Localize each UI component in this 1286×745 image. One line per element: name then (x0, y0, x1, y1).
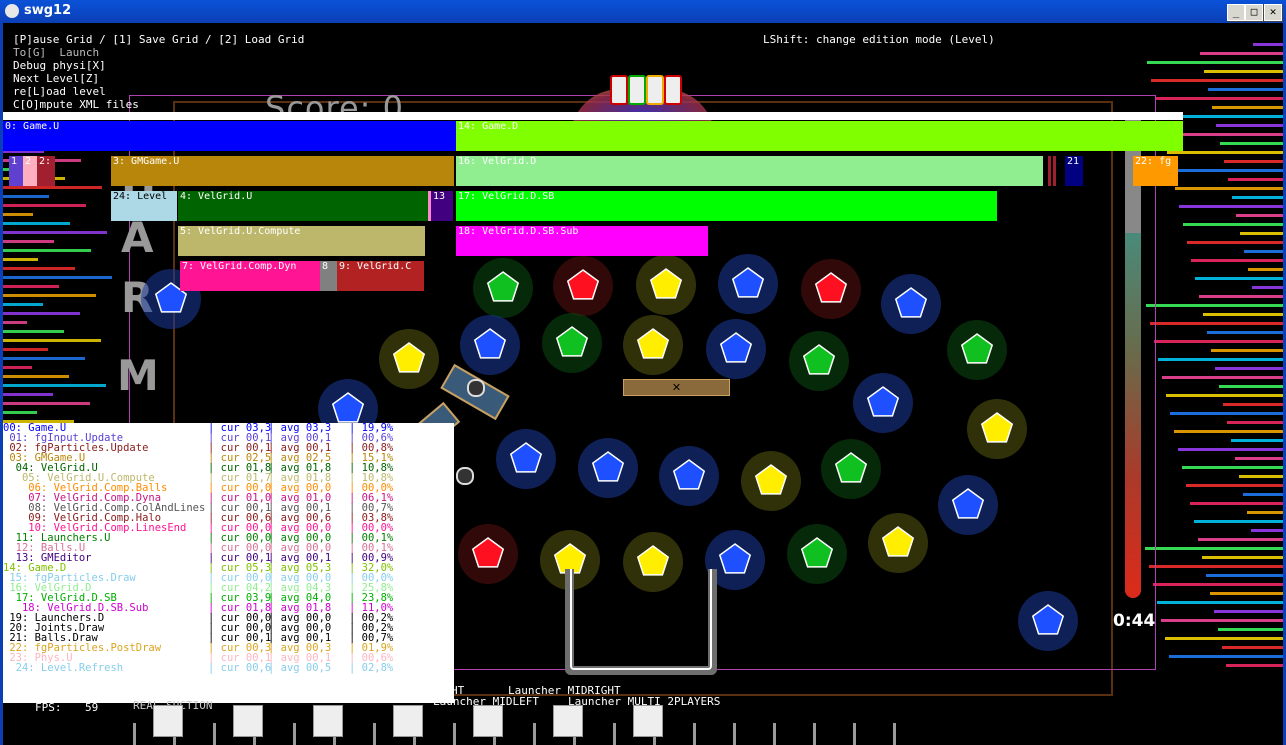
launcher-wheel-icon (456, 467, 474, 485)
profiler-bar: 24: Level (111, 191, 177, 221)
launcher-slot[interactable] (473, 705, 503, 737)
profiler-bar: 4: VelGrid.U (178, 191, 428, 221)
window-title: swg12 (24, 3, 72, 18)
debug-help-line: [P]ause Grid / [1] Save Grid / [2] Load … (13, 33, 305, 46)
profiler-bar: 1 (9, 156, 23, 186)
launcher-wheel-icon (467, 379, 485, 397)
debug-help-line: To[G] Launch (13, 46, 100, 59)
profiler-bar: 0: Game.U (3, 121, 456, 151)
launcher-slot[interactable] (393, 705, 423, 737)
launcher-slot[interactable] (153, 705, 183, 737)
fps-label: FPS: (35, 701, 62, 714)
launcher-slot[interactable] (633, 705, 663, 737)
debug-help-line: re[L]oad level (13, 85, 106, 98)
profiler-bar: 18: VelGrid.D.SB.Sub (456, 226, 708, 256)
profiler-bar: 16: VelGrid.D (456, 156, 1043, 186)
profiler-bar: 22: fg (1133, 156, 1178, 186)
window-titlebar: swg12 _ □ ✕ (0, 0, 1286, 24)
app-icon (5, 4, 19, 18)
profiler-bar: 21 (1065, 156, 1083, 186)
profiler-bar: 2: (37, 156, 55, 186)
profiler-bar: 8 (320, 261, 337, 291)
debug-help-line: C[O]mpute XML files (13, 98, 139, 111)
collector-cup-inner (570, 569, 712, 670)
profiler-stat-row: 24: Level.Refresh | cur 00,6 | avg 00,5 | 0… (3, 662, 454, 674)
profiler-bar: 17: VelGrid.D.SB (456, 191, 997, 221)
fps-value: 59 (85, 701, 99, 714)
game-canvas[interactable]: Score: 0 H A R M ✕ 0:44 [P]ause Grid / [… (3, 23, 1283, 745)
profiler-bar: 5: VelGrid.U.Compute (178, 226, 425, 256)
edition-mode-hint: LShift: change edition mode (Level) (763, 33, 995, 46)
profiler-bar (1048, 156, 1051, 186)
debug-help-line: Next Level[Z] (13, 72, 100, 85)
launcher-slot[interactable] (233, 705, 263, 737)
profiler-bar: 13 (431, 191, 453, 221)
profiler-stat-pct: | 02,8% (349, 662, 394, 674)
timer-label: 0:44 (1113, 611, 1156, 631)
maximize-button[interactable]: □ (1245, 4, 1263, 21)
profiler-bar: 14: Game.D (456, 121, 1183, 151)
center-ornament: ✕ (623, 379, 730, 396)
debug-help-line: Debug physi[X] (13, 59, 106, 72)
profiler-stat-avg: | avg 00,5 (268, 662, 332, 674)
profiler-stat-cur: | cur 00,6 (208, 662, 272, 674)
close-button[interactable]: ✕ (1264, 4, 1282, 21)
profiler-bar: 3: GMGame.U (111, 156, 454, 186)
profiler-top-line (3, 112, 1183, 120)
minimize-button[interactable]: _ (1227, 4, 1245, 21)
profiler-bar (1053, 156, 1056, 186)
launcher-slot[interactable] (553, 705, 583, 737)
profiler-stats-panel: 00: Game.U | cur 03,3 | avg 03,3 | 19,9% 01… (3, 423, 454, 703)
profiler-stat-name: 24: Level.Refresh (3, 662, 124, 674)
profiler-bar: 2 (23, 156, 37, 186)
profiler-bar: 9: VelGrid.C (337, 261, 424, 291)
profiler-bar: 7: VelGrid.Comp.Dyn (180, 261, 320, 291)
launcher-slot[interactable] (313, 705, 343, 737)
